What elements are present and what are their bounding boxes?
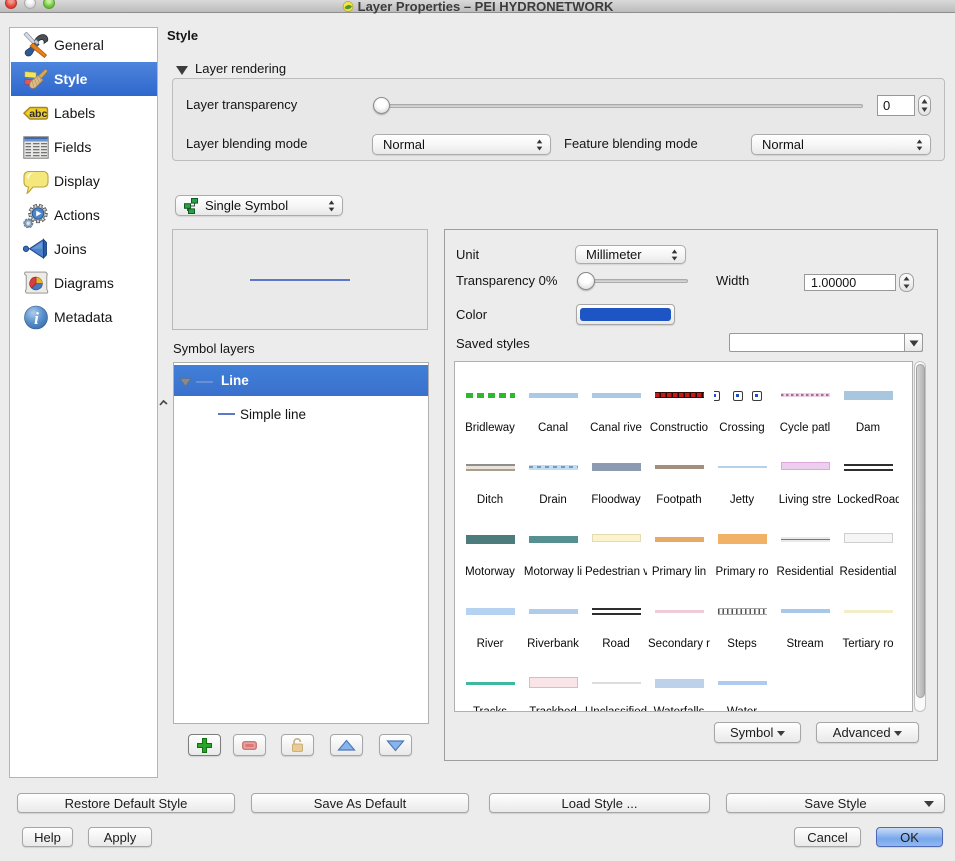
svg-text:abc: abc (29, 108, 47, 120)
svg-text:i: i (34, 309, 39, 328)
